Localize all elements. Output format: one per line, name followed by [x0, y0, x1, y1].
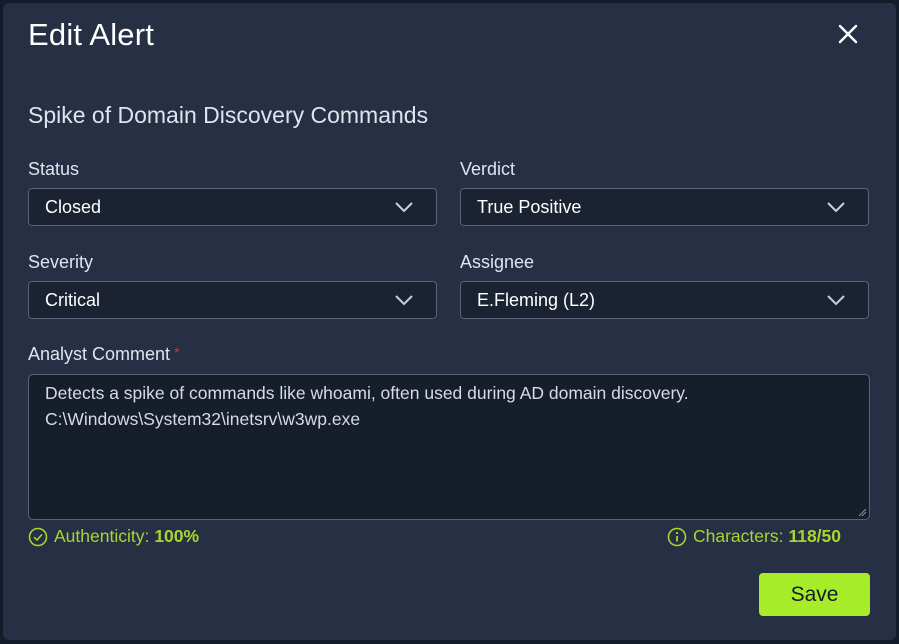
characters-label: Characters:	[693, 526, 784, 546]
status-label: Status	[28, 159, 80, 179]
analyst-comment-textarea[interactable]: Detects a spike of commands like whoami,…	[28, 374, 870, 520]
authenticity-value: 100%	[154, 526, 200, 546]
severity-label: Severity	[28, 252, 94, 272]
resize-handle-icon[interactable]	[857, 507, 867, 517]
status-value: Closed	[45, 197, 102, 217]
edit-alert-dialog: Edit Alert Spike of Domain Discovery Com…	[3, 3, 896, 640]
required-marker: *	[174, 344, 180, 360]
severity-select[interactable]: Critical	[28, 281, 437, 319]
assignee-select[interactable]: E.Fleming (L2)	[460, 281, 869, 319]
verdict-select[interactable]: True Positive	[460, 188, 869, 226]
chevron-down-icon	[395, 295, 413, 306]
authenticity-indicator: Authenticity: 100%	[28, 526, 199, 547]
info-circle-icon	[667, 527, 687, 546]
alert-name: Spike of Domain Discovery Commands	[28, 102, 429, 128]
assignee-value: E.Fleming (L2)	[477, 290, 596, 310]
analyst-comment-label: Analyst Comment *	[28, 344, 180, 365]
chevron-down-icon	[395, 202, 413, 213]
close-button[interactable]	[833, 19, 863, 49]
save-button[interactable]: Save	[759, 573, 870, 616]
severity-value: Critical	[45, 290, 101, 310]
comment-line: C:\Windows\System32\inetsrv\w3wp.exe	[45, 409, 361, 429]
chevron-down-icon	[827, 202, 845, 213]
close-icon	[838, 24, 858, 44]
verdict-label: Verdict	[460, 159, 516, 179]
assignee-label: Assignee	[460, 252, 535, 272]
status-select[interactable]: Closed	[28, 188, 437, 226]
verdict-value: True Positive	[477, 197, 582, 217]
comment-line: Detects a spike of commands like whoami,…	[45, 383, 689, 403]
authenticity-label: Authenticity:	[54, 526, 150, 546]
chevron-down-icon	[827, 295, 845, 306]
analyst-comment-label-text: Analyst Comment	[28, 344, 171, 364]
check-circle-icon	[28, 527, 48, 546]
character-count: Characters: 118/50	[667, 526, 841, 547]
characters-value: 118/50	[788, 526, 842, 546]
dialog-title: Edit Alert	[28, 17, 155, 52]
